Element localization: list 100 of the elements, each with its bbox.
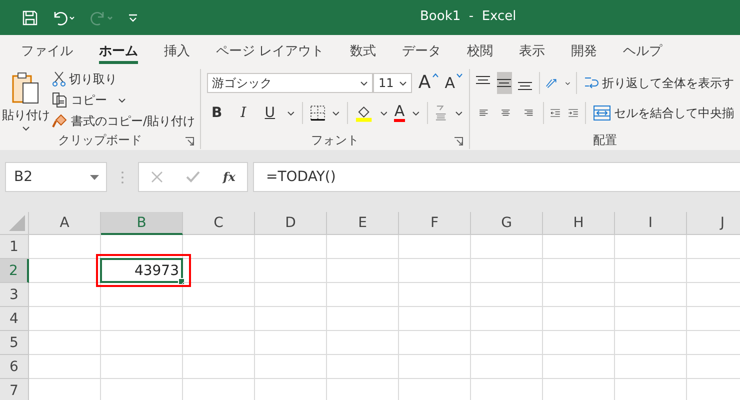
cell[interactable]	[327, 331, 399, 355]
phonetic-guide-icon[interactable]	[434, 104, 448, 122]
format-painter-button[interactable]: 書式のコピー/貼り付け	[52, 111, 196, 131]
caret-icon[interactable]	[412, 110, 420, 116]
cell[interactable]	[29, 307, 101, 331]
ribbon-tab[interactable]: ファイル	[8, 35, 86, 66]
wrap-text-button[interactable]: 折り返して全体を表示す	[582, 72, 734, 94]
cell[interactable]	[327, 355, 399, 379]
cell[interactable]	[399, 307, 471, 331]
column-header[interactable]: J	[687, 212, 740, 235]
ribbon-tab[interactable]: ページ レイアウト	[203, 35, 338, 66]
insert-function-button[interactable]: fx	[223, 170, 236, 184]
select-all-button[interactable]	[0, 212, 29, 235]
ribbon-tab[interactable]: データ	[389, 35, 454, 66]
vertical-align-button[interactable]	[496, 72, 512, 94]
cell[interactable]	[399, 235, 471, 259]
formula-field[interactable]: =TODAY()	[253, 162, 740, 192]
ribbon-tab[interactable]: 開発	[558, 35, 610, 66]
borders-icon[interactable]	[310, 105, 326, 121]
cell[interactable]	[615, 331, 687, 355]
copy-button[interactable]: コピー	[52, 90, 196, 110]
cell[interactable]	[29, 355, 101, 379]
dialog-launcher-icon[interactable]	[185, 137, 194, 146]
cell[interactable]	[255, 235, 327, 259]
cell[interactable]	[471, 307, 543, 331]
cut-button[interactable]: 切り取り	[52, 69, 196, 89]
row-header[interactable]: 3	[0, 283, 29, 307]
cell[interactable]	[615, 307, 687, 331]
cancel-icon[interactable]	[150, 171, 163, 183]
cell[interactable]	[183, 259, 255, 283]
cell[interactable]	[615, 259, 687, 283]
cell[interactable]	[471, 331, 543, 355]
cell[interactable]	[255, 355, 327, 379]
column-header[interactable]: E	[327, 212, 399, 235]
undo-icon[interactable]	[52, 10, 76, 26]
cell[interactable]	[183, 355, 255, 379]
cell[interactable]	[471, 259, 543, 283]
cell[interactable]	[255, 307, 327, 331]
cell[interactable]	[183, 307, 255, 331]
column-header[interactable]: F	[399, 212, 471, 235]
font-style-button[interactable]: B	[207, 105, 227, 121]
cell[interactable]	[327, 307, 399, 331]
cell[interactable]	[471, 355, 543, 379]
caret-icon[interactable]	[286, 110, 295, 116]
ribbon-tab[interactable]: 数式	[337, 35, 390, 66]
caret-icon[interactable]	[380, 110, 388, 116]
cell[interactable]	[101, 355, 183, 379]
cell[interactable]	[255, 259, 327, 283]
row-header[interactable]: 6	[0, 355, 29, 379]
cell[interactable]	[615, 235, 687, 259]
row-header[interactable]: 1	[0, 235, 29, 259]
caret-icon[interactable]	[455, 110, 464, 116]
cell[interactable]	[101, 283, 183, 307]
cell[interactable]	[543, 307, 615, 331]
row-header[interactable]: 4	[0, 307, 29, 331]
cell[interactable]	[101, 331, 183, 355]
row-header[interactable]: 5	[0, 331, 29, 355]
ribbon-tab[interactable]: 表示	[506, 35, 558, 66]
ribbon-tab[interactable]: ヘルプ	[610, 35, 676, 66]
font-name-field[interactable]: 游ゴシック	[207, 73, 374, 93]
cell[interactable]	[29, 283, 101, 307]
cell[interactable]	[29, 331, 101, 355]
cell[interactable]	[399, 283, 471, 307]
row-header[interactable]: 7	[0, 379, 29, 400]
column-header[interactable]: B	[101, 212, 183, 235]
font-style-button[interactable]: U	[260, 105, 280, 121]
column-header[interactable]: D	[255, 212, 327, 235]
cell[interactable]	[543, 355, 615, 379]
paste-button[interactable]: 貼り付け	[0, 69, 52, 131]
cell[interactable]	[327, 283, 399, 307]
cell[interactable]	[615, 283, 687, 307]
cell[interactable]	[543, 259, 615, 283]
dialog-launcher-icon[interactable]	[454, 137, 463, 146]
cell[interactable]	[615, 355, 687, 379]
cell[interactable]	[399, 331, 471, 355]
cell[interactable]	[543, 283, 615, 307]
column-header[interactable]: A	[29, 212, 101, 235]
cell[interactable]	[183, 331, 255, 355]
grow-font-button[interactable]: A	[418, 73, 439, 93]
cell[interactable]	[471, 283, 543, 307]
column-header[interactable]: I	[615, 212, 687, 235]
cell[interactable]	[255, 331, 327, 355]
cell[interactable]	[255, 283, 327, 307]
cell[interactable]	[327, 259, 399, 283]
cell[interactable]	[327, 235, 399, 259]
column-header[interactable]: H	[543, 212, 615, 235]
font-style-button[interactable]: I	[234, 105, 254, 121]
cell[interactable]	[183, 235, 255, 259]
cell[interactable]	[101, 307, 183, 331]
cell[interactable]	[399, 355, 471, 379]
column-header[interactable]: C	[183, 212, 255, 235]
cell[interactable]	[183, 283, 255, 307]
cell[interactable]	[471, 235, 543, 259]
merge-center-button[interactable]: セルを結合して中央揃	[592, 102, 734, 124]
ribbon-tab[interactable]: ホーム	[86, 35, 151, 66]
caret-icon[interactable]	[332, 110, 340, 116]
cell[interactable]	[29, 235, 101, 259]
shrink-font-button[interactable]: A	[444, 73, 463, 93]
check-icon[interactable]	[186, 171, 200, 183]
active-cell[interactable]: 43973	[100, 258, 183, 283]
